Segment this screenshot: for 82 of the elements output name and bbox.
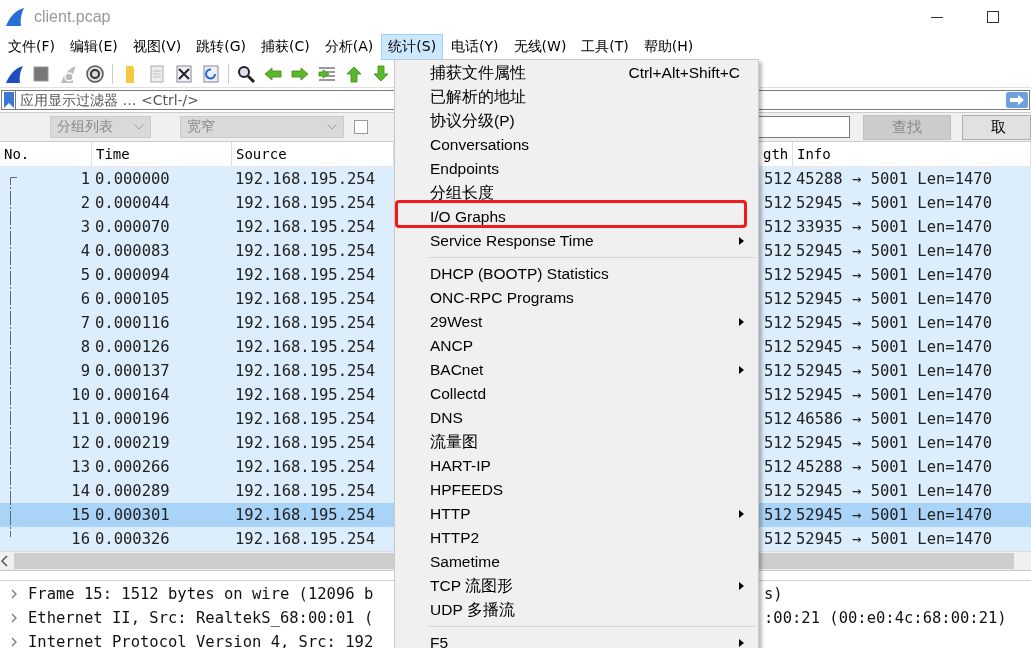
table-cell-text: 512 xyxy=(763,410,793,428)
table-cell-text: 192.168.195.254 xyxy=(234,218,376,236)
table-cell-text: 3 xyxy=(79,218,91,236)
table-cell-text: 0.000164 xyxy=(94,386,171,404)
table-cell-text: 192.168.195.254 xyxy=(234,242,376,260)
table-cell-text: 512 xyxy=(763,506,793,524)
table-cell-text: 52945 → 5001 Len=1470 xyxy=(795,530,993,548)
table-cell-text: 45288 → 5001 Len=1470 xyxy=(795,170,993,188)
table-cell-text: 0.000266 xyxy=(94,458,171,476)
table-cell-text: 52945 → 5001 Len=1470 xyxy=(795,482,993,500)
table-cell-text: 52945 → 5001 Len=1470 xyxy=(795,362,993,380)
table-cell-text: 52945 → 5001 Len=1470 xyxy=(795,386,993,404)
table-cell-text: 52945 → 5001 Len=1470 xyxy=(795,506,993,524)
table-cell-text: 52945 → 5001 Len=1470 xyxy=(795,242,993,260)
table-cell-text: 0.000219 xyxy=(94,434,171,452)
table-cell-text: 2 xyxy=(79,194,91,212)
table-cell-text: 192.168.195.254 xyxy=(234,434,376,452)
table-cell-text: 6 xyxy=(79,290,91,308)
table-cell-text: 192.168.195.254 xyxy=(234,386,376,404)
table-cell-text: 512 xyxy=(763,242,793,260)
table-cell-text: 45288 → 5001 Len=1470 xyxy=(795,458,993,476)
table-cell-text: 52945 → 5001 Len=1470 xyxy=(795,338,993,356)
table-cell-text: 0.000070 xyxy=(94,218,171,236)
table-cell-text: 0.000137 xyxy=(94,362,171,380)
table-cell-text: 52945 → 5001 Len=1470 xyxy=(795,314,993,332)
table-cell-text: 0.000301 xyxy=(94,506,171,524)
table-cell-text: 512 xyxy=(763,314,793,332)
table-cell-text: 0.000044 xyxy=(94,194,171,212)
table-cell-text: 0.000116 xyxy=(94,314,171,332)
table-cell-text: 192.168.195.254 xyxy=(234,506,376,524)
table-cell-text: 0.000083 xyxy=(94,242,171,260)
table-cell-text: 9 xyxy=(79,362,91,380)
shortcut-text: Ctrl+Alt+Shift+C xyxy=(628,64,740,82)
table-cell-text: 0.000105 xyxy=(94,290,171,308)
table-cell-text: 46586 → 5001 Len=1470 xyxy=(795,410,993,428)
table-cell-text: 512 xyxy=(763,482,793,500)
table-cell-text: 52945 → 5001 Len=1470 xyxy=(795,290,993,308)
table-cell-text: 52945 → 5001 Len=1470 xyxy=(795,266,993,284)
table-cell-text: 512 xyxy=(763,194,793,212)
table-cell-text: 0.000126 xyxy=(94,338,171,356)
table-cell-text: 192.168.195.254 xyxy=(234,458,376,476)
table-cell-text: 1 xyxy=(79,170,91,188)
table-cell-text: 192.168.195.254 xyxy=(234,410,376,428)
table-cell-text: 192.168.195.254 xyxy=(234,290,376,308)
table-cell-text: 7 xyxy=(79,314,91,332)
table-cell-text: 192.168.195.254 xyxy=(234,266,376,284)
table-cell-text: 52945 → 5001 Len=1470 xyxy=(795,434,993,452)
table-cell-text: 192.168.195.254 xyxy=(234,530,376,548)
table-cell-text: 192.168.195.254 xyxy=(234,362,376,380)
table-cell-text: 512 xyxy=(763,290,793,308)
table-cell-text: 512 xyxy=(763,338,793,356)
table-cell-text: 14 xyxy=(70,482,91,500)
table-cell-text: 16 xyxy=(70,530,91,548)
table-cell-text: 11 xyxy=(70,410,91,428)
table-cell-text: 192.168.195.254 xyxy=(234,314,376,332)
table-cell-text: 52945 → 5001 Len=1470 xyxy=(795,194,993,212)
table-cell-text: 512 xyxy=(763,386,793,404)
table-cell-text: 5 xyxy=(79,266,91,284)
table-cell-text: 0.000326 xyxy=(94,530,171,548)
table-cell-text: 12 xyxy=(70,434,91,452)
table-cell-text: 0.000289 xyxy=(94,482,171,500)
table-cell-text: 8 xyxy=(79,338,91,356)
table-cell-text: 192.168.195.254 xyxy=(234,170,376,188)
table-cell-text: 10 xyxy=(70,386,91,404)
table-cell-text: 512 xyxy=(763,170,793,188)
table-cell-text: 512 xyxy=(763,458,793,476)
table-cell-text: 192.168.195.254 xyxy=(234,338,376,356)
table-cell-text: 512 xyxy=(763,530,793,548)
table-cell-text: 15 xyxy=(70,506,91,524)
table-cell-text: 192.168.195.254 xyxy=(234,482,376,500)
table-cell-text: 0.000000 xyxy=(94,170,171,188)
table-cell-text: 512 xyxy=(763,362,793,380)
table-cell-text: 512 xyxy=(763,266,793,284)
table-cell-text: 192.168.195.254 xyxy=(234,194,376,212)
table-cell-text: 512 xyxy=(763,218,793,236)
table-cell-text: 33935 → 5001 Len=1470 xyxy=(795,218,993,236)
table-cell-text: 13 xyxy=(70,458,91,476)
table-cell-text: 4 xyxy=(79,242,91,260)
table-cell-text: 0.000196 xyxy=(94,410,171,428)
table-cell-text: 0.000094 xyxy=(94,266,171,284)
window-title: client.pcap xyxy=(34,8,111,26)
table-cell-text: 512 xyxy=(763,434,793,452)
